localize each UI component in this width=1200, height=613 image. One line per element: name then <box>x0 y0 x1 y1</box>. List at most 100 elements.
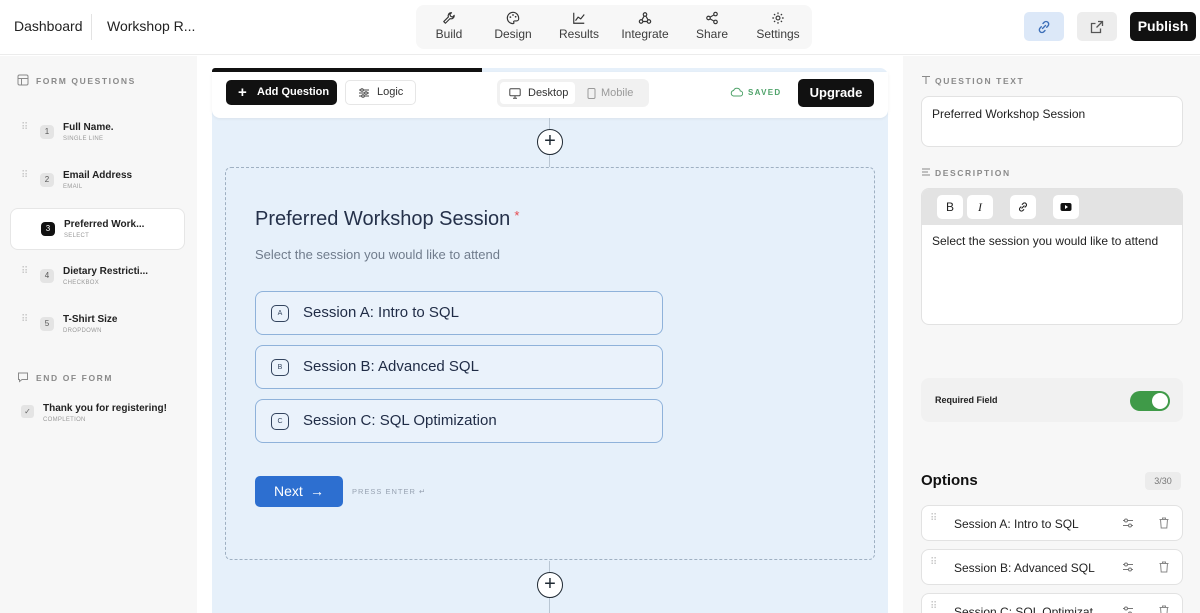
option-row-label[interactable]: Session A: Intro to SQL <box>954 517 1104 531</box>
option-row-b[interactable]: ⠿ Session B: Advanced SQL <box>921 549 1183 585</box>
question-number: 5 <box>40 317 54 331</box>
question-number: 1 <box>40 125 54 139</box>
main-nav: Build Design Results Integrate Share Set… <box>416 5 812 49</box>
choice-option-b[interactable]: B Session B: Advanced SQL <box>255 345 663 389</box>
drag-handle-icon[interactable]: ⠿ <box>21 267 28 282</box>
trash-icon[interactable] <box>1157 516 1171 530</box>
drag-handle-icon[interactable] <box>22 223 28 235</box>
question-item-3[interactable]: 3 Preferred Work... SELECT <box>10 208 185 250</box>
question-title: Email Address <box>63 170 133 181</box>
link-format-button[interactable] <box>1010 195 1036 219</box>
mobile-view-tab[interactable]: Mobile <box>581 82 645 104</box>
question-item-4[interactable]: ⠿ 4 Dietary Restricti... CHECKBOX <box>10 256 185 298</box>
option-key: B <box>271 359 289 376</box>
question-number: 4 <box>40 269 54 283</box>
required-toggle[interactable] <box>1130 391 1170 411</box>
question-item-5[interactable]: ⠿ 5 T-Shirt Size DROPDOWN <box>10 304 185 346</box>
text-icon <box>922 75 930 84</box>
question-text-field[interactable]: Preferred Workshop Session <box>921 96 1183 147</box>
message-icon <box>18 372 28 383</box>
question-title: Dietary Restricti... <box>63 266 149 277</box>
form-progress-bar <box>212 68 482 72</box>
next-button[interactable]: Next → <box>255 476 343 507</box>
question-title: T-Shirt Size <box>63 314 118 325</box>
copy-link-button[interactable] <box>1024 12 1064 41</box>
nav-share-label: Share <box>695 27 729 41</box>
check-icon: ✓ <box>21 405 34 418</box>
trash-icon[interactable] <box>1157 560 1171 574</box>
add-question-button[interactable]: + Add Question <box>226 80 337 105</box>
choice-option-c[interactable]: C Session C: SQL Optimization <box>255 399 663 443</box>
wrench-icon <box>443 12 455 24</box>
webhook-icon <box>638 12 652 24</box>
option-label: Session A: Intro to SQL <box>303 304 459 321</box>
cloud-icon <box>730 87 743 97</box>
trash-icon[interactable] <box>1157 604 1171 613</box>
gear-icon <box>772 12 784 24</box>
required-field-label: Required Field <box>935 395 998 405</box>
question-type: SELECT <box>64 233 90 239</box>
question-item-1[interactable]: ⠿ 1 Full Name. SINGLE LINE <box>10 112 185 154</box>
required-asterisk: * <box>514 208 520 223</box>
question-title: Preferred Work... <box>64 219 145 230</box>
drag-handle-icon[interactable]: ⠿ <box>21 123 28 138</box>
link-icon <box>1038 20 1050 34</box>
video-embed-button[interactable] <box>1053 195 1079 219</box>
drag-handle-icon[interactable]: ⠿ <box>930 514 937 524</box>
drag-handle-icon[interactable]: ⠿ <box>21 171 28 186</box>
option-settings-icon[interactable] <box>1121 516 1135 530</box>
option-row-c[interactable]: ⠿ Session C: SQL Optimizat <box>921 593 1183 613</box>
breadcrumb-dashboard[interactable]: Dashboard <box>14 18 83 34</box>
add-block-above-button[interactable]: + <box>537 129 563 155</box>
nav-integrate[interactable]: Integrate <box>612 5 678 49</box>
required-field-row: Required Field <box>921 378 1183 422</box>
options-count-badge: 3/30 <box>1145 472 1181 490</box>
drag-handle-icon[interactable]: ⠿ <box>21 315 28 330</box>
question-type: DROPDOWN <box>63 328 102 334</box>
list-icon <box>17 74 29 86</box>
question-item-2[interactable]: ⠿ 2 Email Address EMAIL <box>10 160 185 202</box>
nav-design-label: Design <box>494 27 532 41</box>
open-preview-button[interactable] <box>1077 12 1117 41</box>
desktop-view-tab[interactable]: Desktop <box>500 82 575 104</box>
option-label: Session B: Advanced SQL <box>303 358 479 375</box>
bold-icon[interactable]: B <box>937 195 963 219</box>
link-icon <box>1019 202 1027 212</box>
add-block-below-button[interactable]: + <box>537 572 563 598</box>
nav-settings[interactable]: Settings <box>745 5 811 49</box>
completion-item[interactable]: ✓ Thank you for registering! COMPLETION <box>10 396 185 428</box>
question-heading: Preferred Workshop Session * <box>255 208 520 230</box>
nav-share[interactable]: Share <box>679 5 745 49</box>
question-description: Select the session you would like to att… <box>255 247 500 262</box>
connector-line <box>549 598 550 613</box>
nav-build[interactable]: Build <box>416 5 482 49</box>
nav-design[interactable]: Design <box>480 5 546 49</box>
publish-button[interactable]: Publish <box>1130 12 1196 41</box>
option-row-a[interactable]: ⠿ Session A: Intro to SQL <box>921 505 1183 541</box>
italic-icon[interactable]: I <box>967 195 993 219</box>
description-text[interactable]: Select the session you would like to att… <box>932 234 1158 248</box>
connector-line <box>549 155 550 167</box>
upgrade-button[interactable]: Upgrade <box>798 79 874 107</box>
option-label: Session C: SQL Optimization <box>303 412 497 429</box>
option-key: C <box>271 413 289 430</box>
option-settings-icon[interactable] <box>1121 604 1135 613</box>
description-editor[interactable]: B I Select the session you would like to… <box>921 188 1183 325</box>
option-row-label[interactable]: Session C: SQL Optimizat <box>954 605 1104 613</box>
sliders-icon <box>359 88 369 98</box>
formatting-toolbar: B I <box>922 189 1182 225</box>
plus-icon: + <box>238 84 247 101</box>
phone-icon <box>587 88 596 99</box>
question-number: 2 <box>40 173 54 187</box>
drag-handle-icon[interactable]: ⠿ <box>930 602 937 612</box>
logic-button[interactable]: Logic <box>345 80 416 105</box>
option-row-label[interactable]: Session B: Advanced SQL <box>954 561 1104 575</box>
option-settings-icon[interactable] <box>1121 560 1135 574</box>
nav-build-label: Build <box>435 27 463 41</box>
form-title[interactable]: Workshop R... <box>107 18 195 34</box>
question-type: CHECKBOX <box>63 280 100 286</box>
drag-handle-icon[interactable]: ⠿ <box>930 558 937 568</box>
nav-results[interactable]: Results <box>546 5 612 49</box>
nav-results-label: Results <box>558 27 599 41</box>
choice-option-a[interactable]: A Session A: Intro to SQL <box>255 291 663 335</box>
